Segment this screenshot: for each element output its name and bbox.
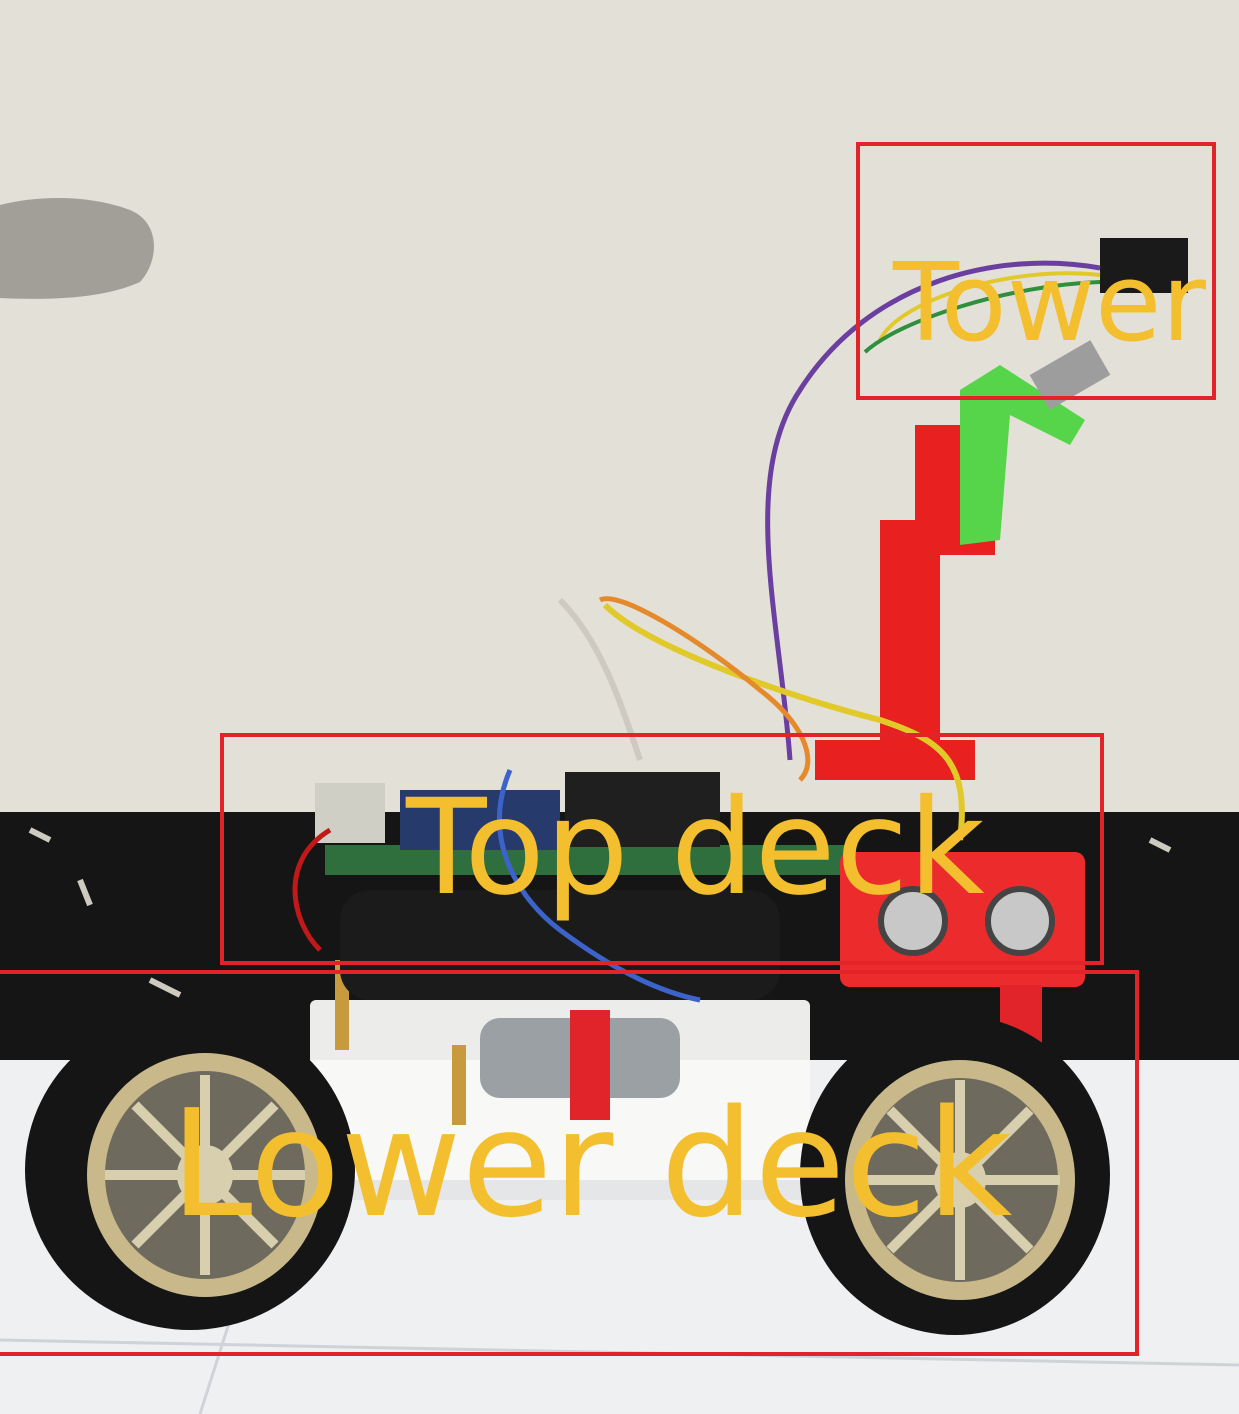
tower-label: Tower — [893, 241, 1206, 366]
lower-deck-label: Lower deck — [170, 1078, 1013, 1250]
photo-scene: Tower Top deck Lower deck — [0, 0, 1239, 1414]
wall-chipped-patch — [0, 198, 154, 299]
top-deck-label: Top deck — [406, 771, 985, 925]
